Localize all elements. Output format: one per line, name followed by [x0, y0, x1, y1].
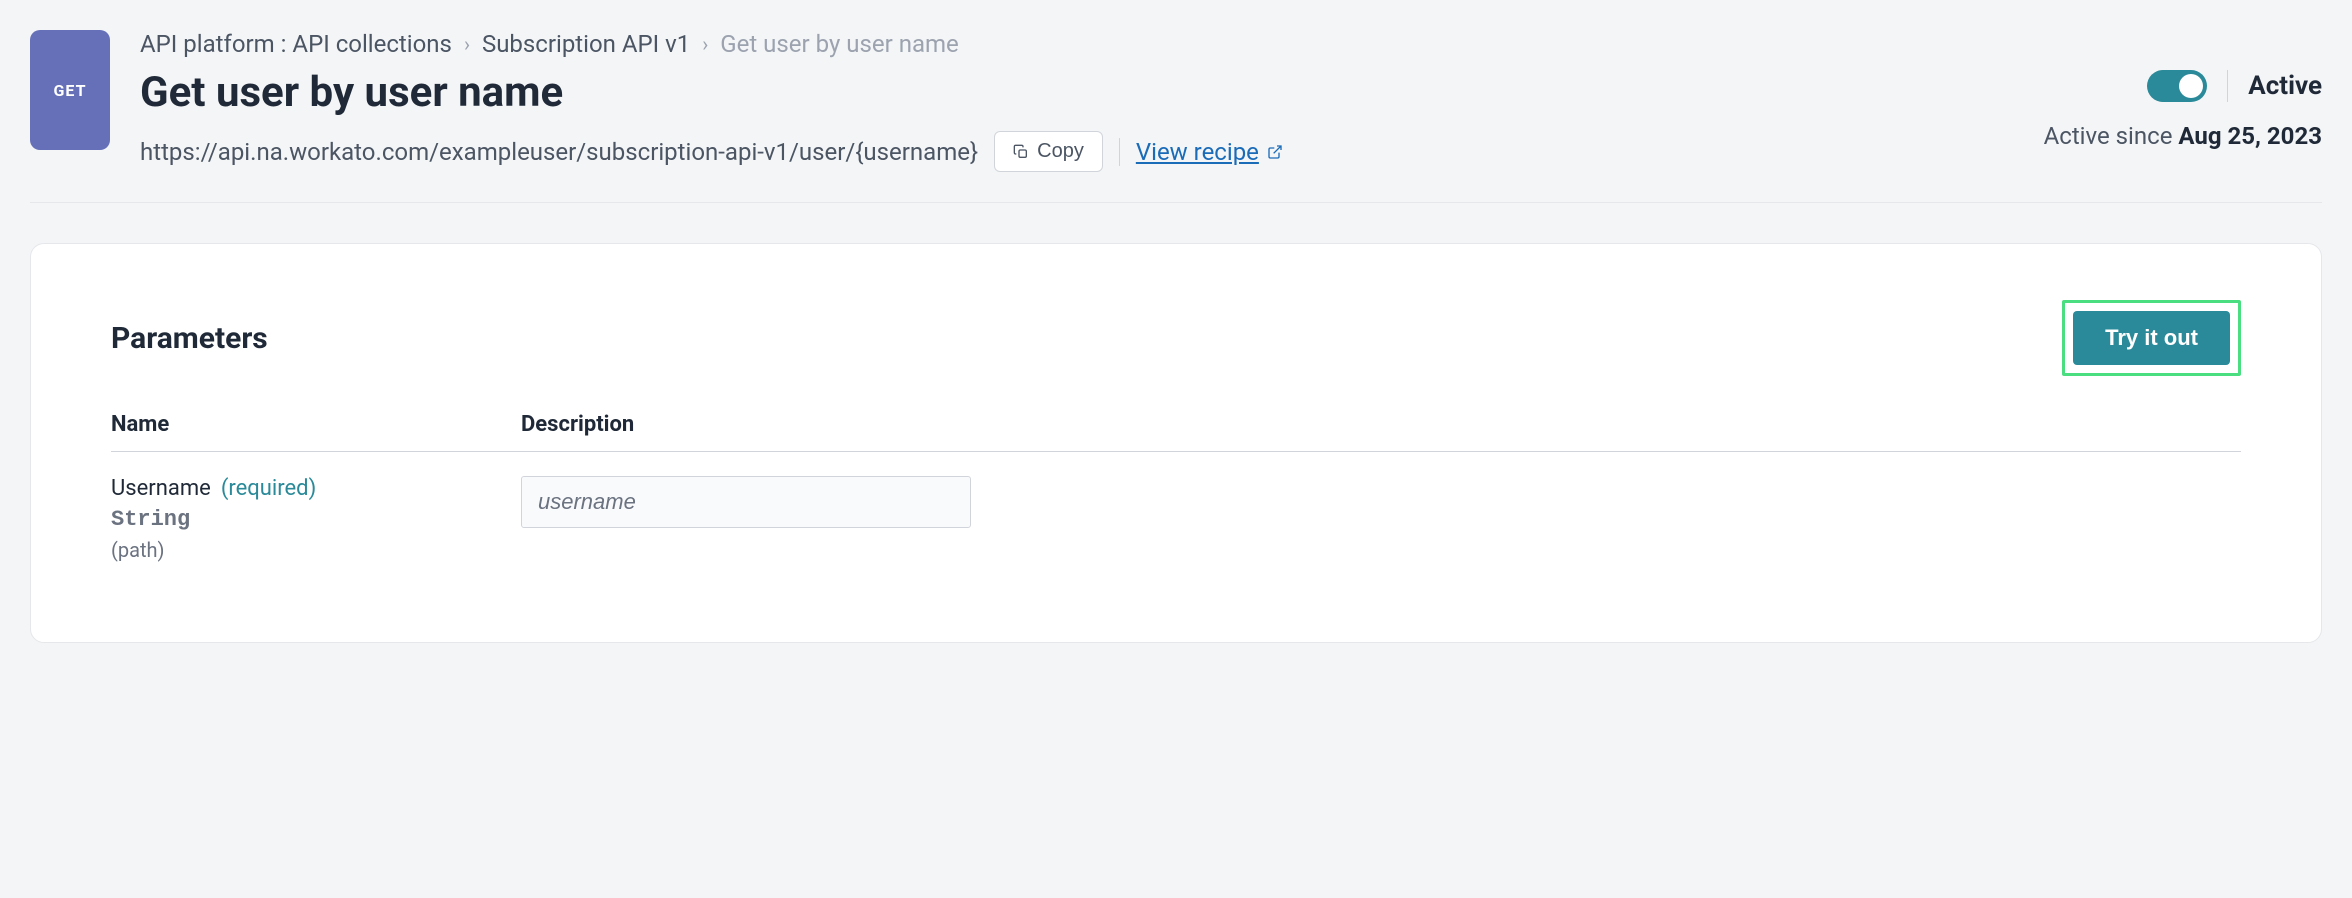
try-highlight: Try it out	[2062, 300, 2241, 376]
page-header: GET API platform : API collections › Sub…	[30, 30, 2322, 203]
status-text: Active	[2248, 71, 2322, 101]
username-input[interactable]	[521, 476, 971, 528]
http-method-badge: GET	[30, 30, 110, 150]
copy-button[interactable]: Copy	[994, 131, 1103, 172]
chevron-right-icon: ›	[464, 32, 470, 56]
external-link-icon	[1267, 144, 1283, 160]
divider	[1119, 138, 1120, 166]
copy-icon	[1013, 144, 1029, 160]
active-since: Active since Aug 25, 2023	[2044, 122, 2322, 150]
toggle-knob	[2179, 74, 2203, 98]
header-content: API platform : API collections › Subscri…	[140, 30, 2014, 172]
chevron-right-icon: ›	[702, 32, 708, 56]
http-method-text: GET	[54, 81, 87, 100]
param-desc-cell	[521, 476, 2241, 528]
breadcrumb-current: Get user by user name	[720, 30, 958, 58]
status-row: Active	[2147, 70, 2322, 102]
endpoint-url: https://api.na.workato.com/exampleuser/s…	[140, 138, 978, 166]
active-toggle[interactable]	[2147, 70, 2207, 102]
param-required: (required)	[221, 476, 316, 501]
active-since-prefix: Active since	[2044, 122, 2179, 150]
copy-label: Copy	[1037, 140, 1084, 163]
divider	[2227, 70, 2228, 102]
column-header-name: Name	[111, 412, 521, 437]
param-name-line: Username (required)	[111, 476, 521, 501]
header-right: Active Active since Aug 25, 2023	[2044, 30, 2322, 150]
parameters-panel: Parameters Try it out Name Description U…	[30, 243, 2322, 643]
active-since-date: Aug 25, 2023	[2178, 122, 2322, 150]
url-row: https://api.na.workato.com/exampleuser/s…	[140, 131, 2014, 172]
table-row: Username (required) String (path)	[111, 476, 2241, 562]
table-header-row: Name Description	[111, 412, 2241, 452]
param-name: Username	[111, 476, 211, 501]
view-recipe-label: View recipe	[1136, 138, 1259, 166]
param-type: String	[111, 507, 521, 532]
breadcrumb-root[interactable]: API platform : API collections	[140, 30, 452, 58]
try-it-out-button[interactable]: Try it out	[2073, 311, 2230, 365]
parameters-table: Name Description Username (required) Str…	[111, 412, 2241, 562]
page-title: Get user by user name	[140, 68, 2014, 117]
breadcrumb: API platform : API collections › Subscri…	[140, 30, 2014, 58]
view-recipe-link[interactable]: View recipe	[1136, 138, 1283, 166]
panel-header: Parameters Try it out	[111, 300, 2241, 376]
param-name-cell: Username (required) String (path)	[111, 476, 521, 562]
column-header-description: Description	[521, 412, 2241, 437]
panel-title: Parameters	[111, 321, 268, 356]
breadcrumb-parent[interactable]: Subscription API v1	[482, 30, 690, 58]
param-in: (path)	[111, 538, 521, 562]
